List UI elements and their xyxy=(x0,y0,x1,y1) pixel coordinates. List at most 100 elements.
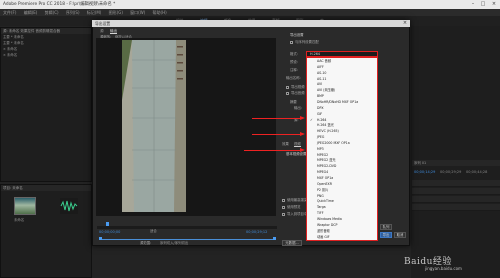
metadata-button[interactable]: 元数据... xyxy=(282,240,302,246)
import-project-label: 导入到项目中 xyxy=(287,212,308,216)
menu-window[interactable]: 窗口(W) xyxy=(130,10,145,15)
timeline-track[interactable] xyxy=(412,188,500,195)
preset-label: 预设: xyxy=(290,60,298,64)
audio-clip-thumbnail[interactable] xyxy=(60,198,78,214)
tab-source[interactable]: 源 xyxy=(100,28,104,34)
menu-edit[interactable]: 编辑(E) xyxy=(24,10,38,15)
dialog-title: 导出设置 xyxy=(92,20,410,27)
menu-clip[interactable]: 剪辑(C) xyxy=(45,10,59,15)
export-video-checkbox[interactable] xyxy=(286,86,289,89)
comments-label: 注释: xyxy=(290,68,298,72)
format-option[interactable]: H.264 蓝光 xyxy=(307,123,376,128)
export-button[interactable]: 导出 xyxy=(380,232,392,238)
menu-graphics[interactable]: 图形(G) xyxy=(109,10,123,15)
maximize-icon[interactable]: □ xyxy=(478,0,488,9)
summary-label: 摘要 xyxy=(290,100,297,104)
format-option[interactable]: H.264 xyxy=(307,118,376,123)
import-project-checkbox[interactable] xyxy=(282,213,285,216)
tab-video[interactable]: 视频 xyxy=(294,142,301,147)
clip-label: 未命名 xyxy=(14,218,25,222)
dialog-close-icon[interactable]: × xyxy=(400,20,410,27)
range-in-handle[interactable] xyxy=(99,237,102,240)
source-row[interactable]: 主要 * 未命名 xyxy=(3,41,24,46)
format-option[interactable]: MPEG2 蓝光 xyxy=(307,158,376,163)
app-title-bar: Adobe Premiere Pro CC 2018 - F:\pr\编辑视频\… xyxy=(0,0,500,9)
preview-scrubber[interactable] xyxy=(97,226,277,229)
format-option[interactable]: JPEG2000 MXF OP1a xyxy=(307,141,376,146)
source-row[interactable]: 主要 * 未命名 xyxy=(3,35,24,40)
format-option[interactable]: MPEG2 xyxy=(307,153,376,158)
range-out-handle[interactable] xyxy=(273,237,276,240)
format-dropdown-list: AAC 音频 AIFF AS-10 AS-11 AVI AVI (未压缩) BMP DNxHR… xyxy=(306,57,378,241)
format-option[interactable]: Wraptor DCP xyxy=(307,223,376,228)
close-window-icon[interactable]: × xyxy=(489,0,499,9)
queue-button[interactable]: 队列 xyxy=(380,224,392,230)
project-panel-header: 项目: 未命名 xyxy=(1,185,91,191)
clip-thumbnail[interactable] xyxy=(14,197,36,215)
format-option[interactable]: Targa xyxy=(307,205,376,210)
format-option[interactable]: PNG xyxy=(307,194,376,199)
format-option[interactable]: Windows Media xyxy=(307,217,376,222)
format-option[interactable]: P2 影片 xyxy=(307,188,376,193)
source-row[interactable]: × 未命名 xyxy=(3,53,17,58)
menu-file[interactable]: 文件(F) xyxy=(3,10,16,15)
menu-bar: 文件(F) 编辑(E) 剪辑(C) 序列(S) 标记(M) 图形(G) 窗口(W… xyxy=(0,9,500,16)
menu-sequence[interactable]: 序列(S) xyxy=(66,10,80,15)
max-render-checkbox[interactable] xyxy=(282,199,285,202)
selected-check-icon: ✓ xyxy=(310,117,313,122)
tab-output[interactable]: 输出 xyxy=(110,28,118,34)
format-option[interactable]: GIF xyxy=(307,112,376,117)
minimize-icon[interactable]: – xyxy=(468,0,478,9)
format-option[interactable]: AS-10 xyxy=(307,71,376,76)
watermark-url: jingyan.baidu.com xyxy=(425,266,462,271)
match-sequence-checkbox[interactable] xyxy=(290,41,293,44)
timeline-track[interactable] xyxy=(412,196,500,203)
timeline-timecode: 00;00;14;29 xyxy=(414,170,436,174)
format-option[interactable]: AIFF xyxy=(307,65,376,70)
format-option[interactable]: AAC 音频 xyxy=(307,59,376,64)
format-option[interactable]: DPX xyxy=(307,106,376,111)
export-audio-checkbox[interactable] xyxy=(286,92,289,95)
format-option[interactable]: OpenEXR xyxy=(307,182,376,187)
start-timecode: 00;00;00;00 xyxy=(99,230,121,234)
annotation-arrow-head xyxy=(300,132,305,136)
timeline-track[interactable] xyxy=(412,180,500,187)
playhead-marker[interactable] xyxy=(106,222,109,226)
tab-effects[interactable]: 效果 xyxy=(282,142,289,147)
waveform-icon xyxy=(60,200,78,212)
format-option[interactable]: TIFF xyxy=(307,211,376,216)
format-label: 格式: xyxy=(290,52,298,56)
format-option[interactable]: HEVC (H.265) xyxy=(307,129,376,134)
match-sequence-label: 与序列设置匹配 xyxy=(295,40,319,44)
format-option[interactable]: 动画 GIF xyxy=(307,235,376,240)
format-option[interactable]: MP3 xyxy=(307,147,376,152)
cancel-button[interactable]: 取消 xyxy=(394,232,406,238)
format-option[interactable]: AVI (未压缩) xyxy=(307,88,376,93)
format-option[interactable]: JPEG xyxy=(307,135,376,140)
end-timecode: 00;00;29;12 xyxy=(246,230,268,234)
basic-video-settings-header: 基本视频设置 xyxy=(286,152,307,156)
annotation-arrow-line xyxy=(244,150,300,151)
format-option[interactable]: MPEG4 xyxy=(307,170,376,175)
format-option[interactable]: QuickTime xyxy=(307,199,376,204)
fit-select[interactable]: 适合 xyxy=(150,229,157,234)
format-option[interactable]: MPEG2-DVD xyxy=(307,164,376,169)
source-panel-header: 源: 未命名 效果控件 音频剪辑混合器 xyxy=(1,28,91,34)
timeline-track[interactable] xyxy=(412,204,500,211)
format-option[interactable]: DNxHR/DNxHD MXF OP1a xyxy=(307,100,376,105)
format-option[interactable]: AS-11 xyxy=(307,77,376,82)
use-previews-checkbox[interactable] xyxy=(282,206,285,209)
output-name-label: 输出名称: xyxy=(286,76,301,80)
menu-marker[interactable]: 标记(M) xyxy=(87,10,102,15)
format-option[interactable]: BMP xyxy=(307,94,376,99)
use-previews-label: 使用预览 xyxy=(287,205,301,209)
format-option[interactable]: AVI xyxy=(307,82,376,87)
format-option[interactable]: MXF OP1a xyxy=(307,176,376,181)
source-range-select[interactable]: 序列切入/序列切出 xyxy=(160,241,188,246)
range-bar xyxy=(100,239,276,240)
summary-output-label: 输出: xyxy=(294,106,302,110)
menu-help[interactable]: 帮助(H) xyxy=(153,10,167,15)
source-row[interactable]: × 未命名 xyxy=(3,47,17,52)
annotation-arrow-head xyxy=(300,148,305,152)
format-option[interactable]: 波形音频 xyxy=(307,229,376,234)
